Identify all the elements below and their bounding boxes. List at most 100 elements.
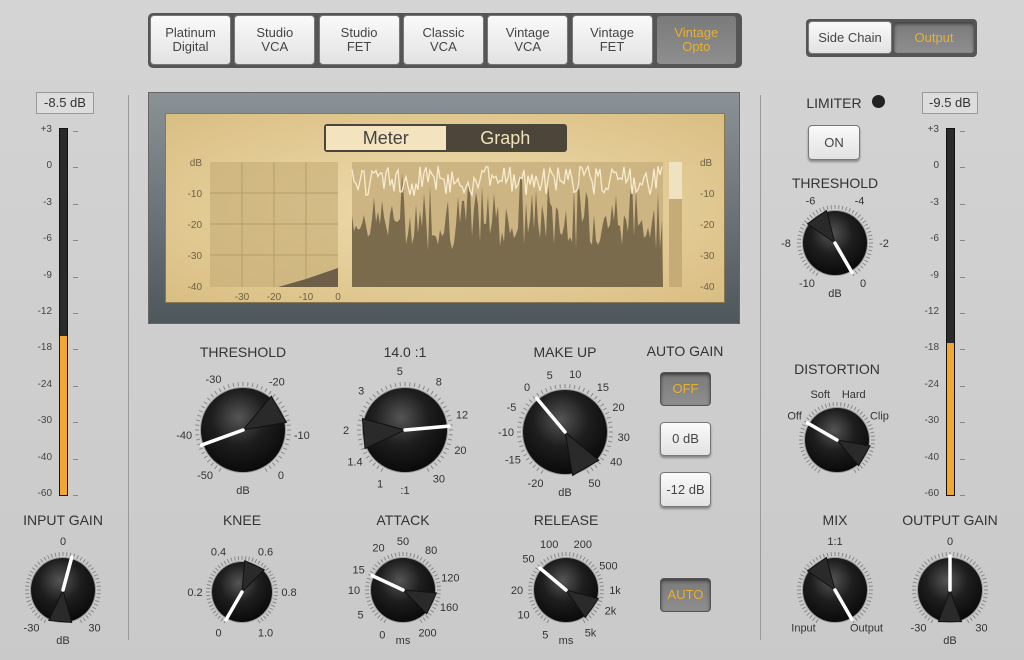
limiter-indicator-led: [872, 95, 885, 108]
knob-scale-label: 10: [348, 585, 360, 597]
knob-scale-label: 0: [278, 470, 284, 482]
knob-scale-label: -20: [269, 377, 285, 389]
knob-scale-label: 20: [612, 402, 624, 414]
knob-scale-label: 20: [511, 585, 523, 597]
knob-scale-label: 20: [372, 543, 384, 555]
knob-scale-label: 0: [524, 382, 530, 394]
knob-unit-label: dB: [558, 487, 571, 499]
knob-scale-label: 30: [975, 623, 987, 635]
knob-title: KNEE: [223, 512, 261, 528]
knob-scale-label: 15: [352, 564, 364, 576]
knee-knob[interactable]: KNEE 0 0.2 0.4 0.6 0.8 1.0: [187, 512, 296, 640]
ratio-knob[interactable]: 14.0 :1 1 1.4 2 3 5 8 12 20 30:1: [343, 344, 468, 497]
knob-scale-label: 0: [60, 536, 66, 548]
knob-scale-label: -20: [528, 478, 544, 490]
knob-unit-label: dB: [943, 635, 956, 647]
knob-title: THRESHOLD: [200, 344, 286, 360]
auto-gain-0db-button[interactable]: 0 dB: [660, 422, 711, 456]
knob-scale-label: -10: [294, 430, 310, 442]
knob-scale-label: -50: [197, 470, 213, 482]
knob-scale-label: Output: [850, 623, 883, 635]
knob-scale-label: 1:1: [827, 536, 842, 548]
knob-scale-label: Clip: [870, 411, 889, 423]
knob-unit-label: dB: [828, 288, 841, 300]
knob-scale-label: 0.8: [281, 587, 296, 599]
knob-scale-label: 5: [397, 366, 403, 378]
limiter-label: LIMITER: [806, 95, 862, 111]
makeup-knob[interactable]: MAKE UP -20 -15 -10 -5 0 5 10 1520 30 40 50 dB: [498, 344, 630, 499]
knob-scale-label: 100: [540, 539, 558, 551]
distortion-knob[interactable]: DISTORTION Off Soft Hard Clip: [787, 361, 889, 474]
knob-scale-label: 30: [618, 432, 630, 444]
knob-unit-label: ms: [559, 635, 574, 647]
knob-scale-label: 10: [517, 610, 529, 622]
knob-scale-label: 80: [425, 545, 437, 557]
knob-scale-label: 200: [574, 539, 592, 551]
knob-scale-label: 2k: [605, 606, 617, 618]
knob-title: MIX: [823, 512, 849, 528]
knob-scale-label: 10: [569, 369, 581, 381]
knob-scale-label: Off: [787, 411, 802, 423]
knob-layer: THRESHOLD-50-40-30 -20-100dB14.0 :111.423…: [23, 175, 998, 647]
knob-scale-label: 30: [433, 473, 445, 485]
knob-scale-label: -5: [507, 402, 517, 414]
release-knob[interactable]: RELEASE 5 10 20 50 100 200 500 1k 2k 5k ms: [511, 512, 621, 647]
knob-title: INPUT GAIN: [23, 512, 103, 528]
limiter-on-button[interactable]: ON: [808, 125, 860, 160]
knob-scale-label: 20: [454, 445, 466, 457]
output-gain-knob[interactable]: OUTPUT GAIN -30 0 30 dB: [902, 512, 997, 647]
knob-scale-label: 5k: [585, 627, 597, 639]
knob-title: OUTPUT GAIN: [902, 512, 997, 528]
auto-release-button[interactable]: AUTO: [660, 578, 711, 612]
knob-scale-label: 200: [418, 627, 436, 639]
knob-title: 14.0 :1: [384, 344, 427, 360]
knob-scale-label: -8: [781, 238, 791, 250]
knob-scale-label: -30: [24, 623, 40, 635]
threshold-knob[interactable]: THRESHOLD -50 -40 -30 -20 -10 0 dB: [176, 344, 309, 497]
knob-scale-label: 1.0: [258, 628, 273, 640]
knob-scale-label: 0: [947, 536, 953, 548]
knob-scale-label: 0.4: [211, 546, 226, 558]
knob-unit-label: dB: [56, 635, 69, 647]
knob-scale-label: -6: [806, 196, 816, 208]
knob-scale-label: 8: [436, 377, 442, 389]
mix-knob[interactable]: MIX Input 1:1 Output: [791, 512, 883, 635]
knob-unit-label: dB: [236, 485, 249, 497]
auto-gain-label: AUTO GAIN: [646, 343, 724, 359]
knob-scale-label: -40: [176, 430, 192, 442]
knob-scale-label: 160: [440, 602, 458, 614]
knob-scale-label: 0.2: [187, 587, 202, 599]
knob-scale-label: 50: [522, 554, 534, 566]
knob-scale-label: 0: [215, 628, 221, 640]
attack-knob[interactable]: ATTACK 0 5 10 15 20 50 80 120 160 200 ms: [348, 512, 460, 647]
auto-gain-minus12db-button[interactable]: -12 dB: [660, 472, 711, 507]
knob-scale-label: -2: [879, 238, 889, 250]
knob-scale-label: -30: [911, 623, 927, 635]
knob-scale-label: 1: [377, 478, 383, 490]
knob-scale-label: 5: [358, 610, 364, 622]
knob-scale-label: 50: [397, 536, 409, 548]
knob-title: ATTACK: [376, 512, 430, 528]
knob-scale-label: Input: [791, 623, 815, 635]
knob-scale-label: 1k: [609, 585, 621, 597]
knob-scale-label: 0: [379, 629, 385, 641]
knob-scale-label: 2: [343, 425, 349, 437]
knob-scale-label: -30: [206, 374, 222, 386]
knob-scale-label: 30: [88, 623, 100, 635]
limiter-threshold-knob[interactable]: THRESHOLD -10 -8 -6 -4 -2 0 dB: [781, 175, 889, 300]
knob-scale-label: -10: [799, 278, 815, 290]
knob-title: THRESHOLD: [792, 175, 878, 191]
knob-scale-label: 0.6: [258, 546, 273, 558]
knob-scale-label: 1.4: [347, 456, 362, 468]
knob-unit-label: ms: [396, 635, 411, 647]
knob-scale-label: 5: [542, 629, 548, 641]
input-gain-knob[interactable]: INPUT GAIN -30 0 30 dB: [23, 512, 103, 647]
knob-scale-label: -15: [505, 455, 521, 467]
knob-scale-label: Hard: [842, 389, 866, 401]
knob-scale-label: 500: [599, 561, 617, 573]
auto-gain-off-button[interactable]: OFF: [660, 372, 711, 406]
knob-scale-label: 50: [588, 478, 600, 490]
knob-scale-label: 120: [441, 572, 459, 584]
knob-scale-label: Soft: [810, 389, 830, 401]
knob-title: DISTORTION: [794, 361, 880, 377]
